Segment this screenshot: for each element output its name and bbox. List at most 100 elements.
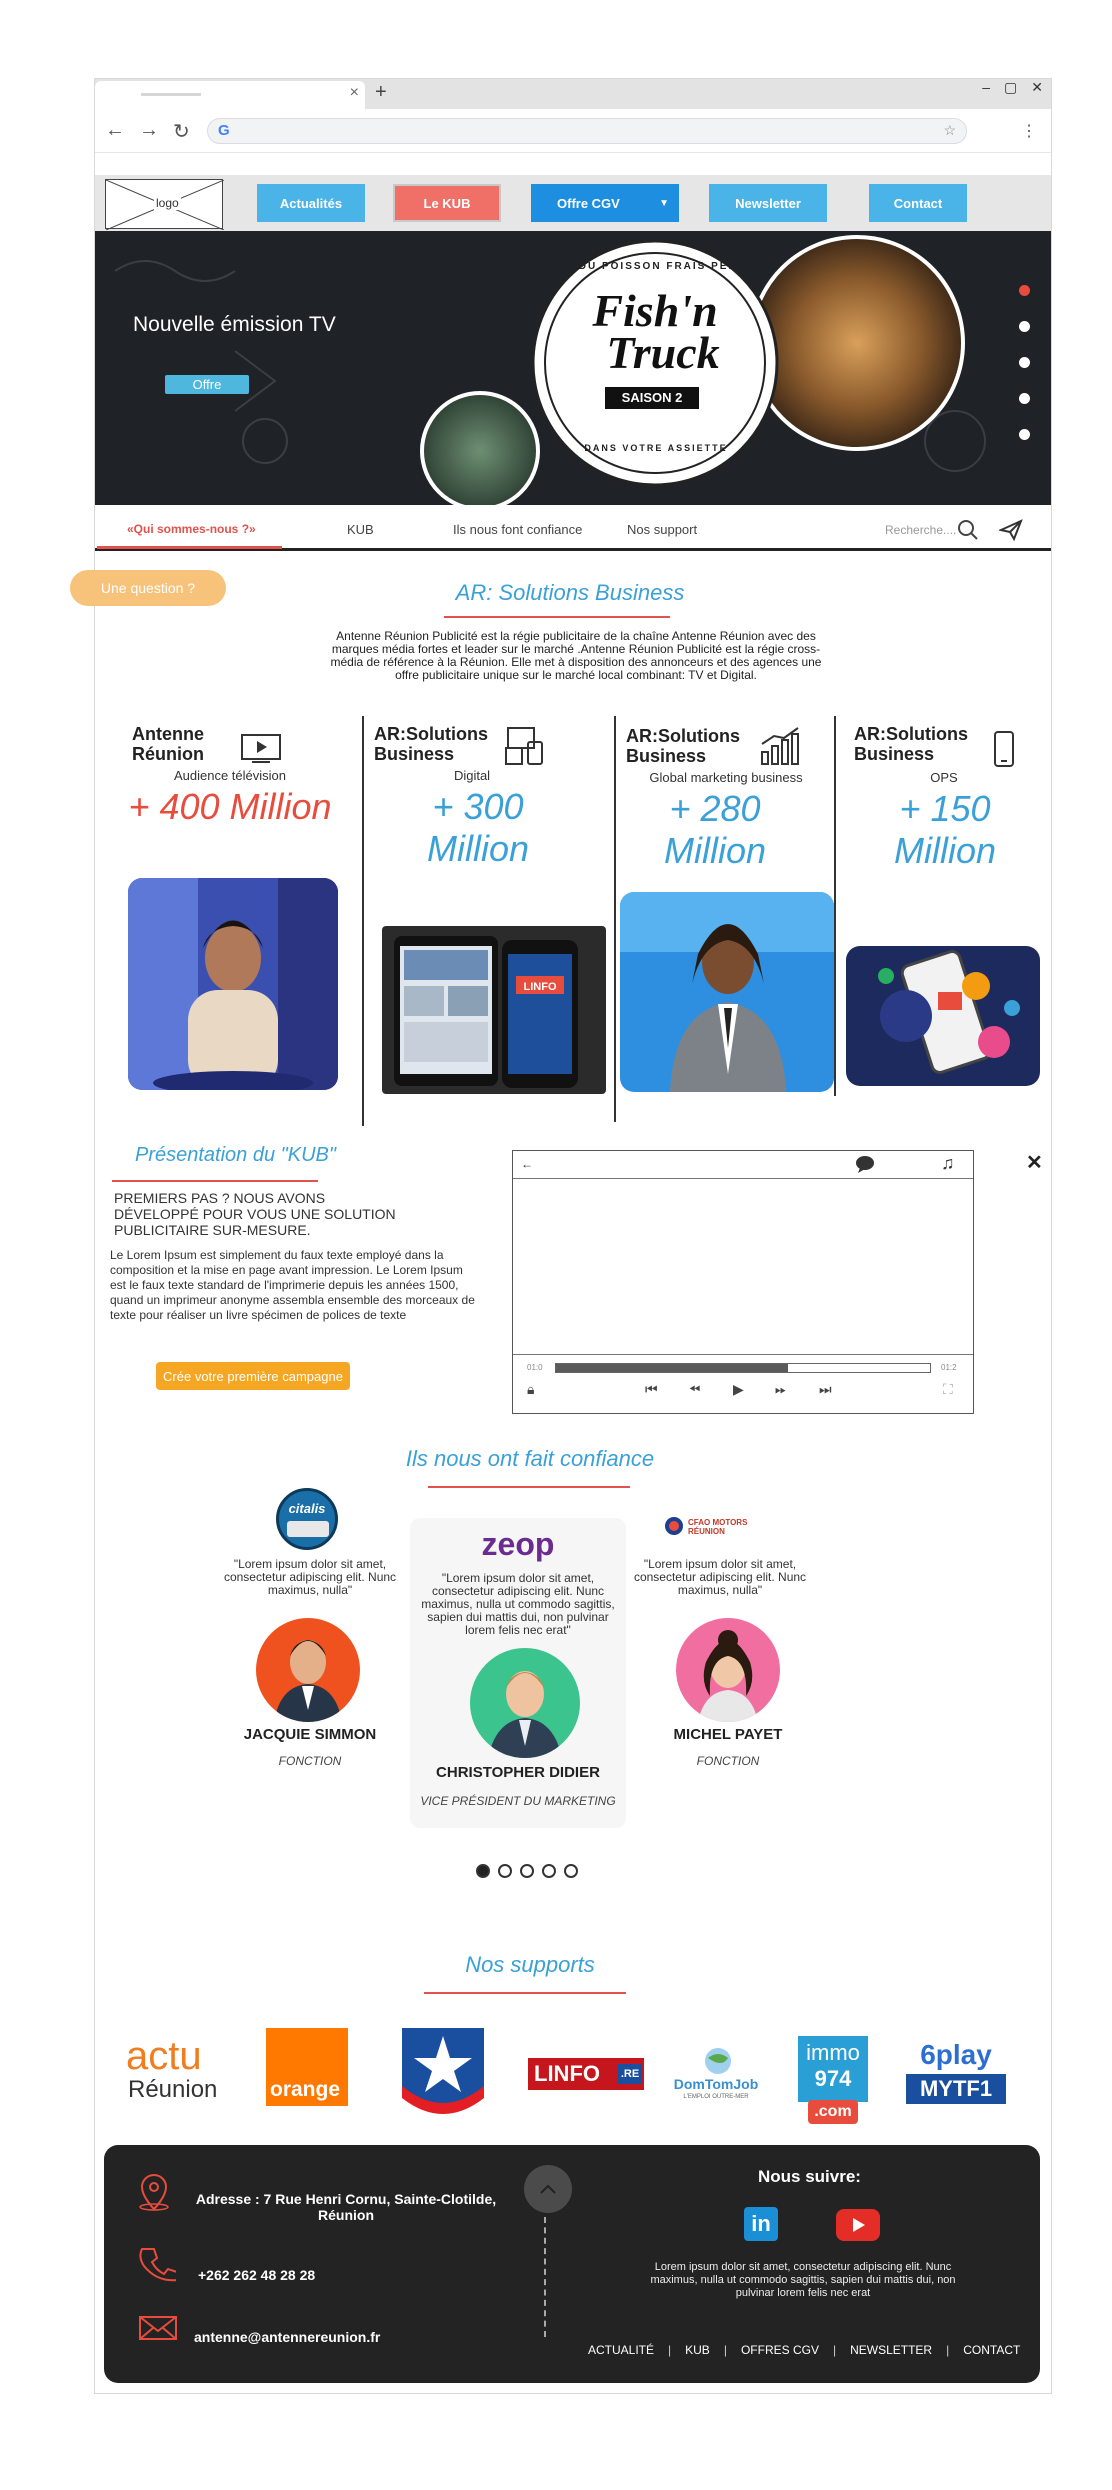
slider-dot-5[interactable] [1019,429,1030,440]
pagination-dot[interactable] [476,1864,490,1878]
nav-offre-cgv-label: Offre CGV [557,195,620,211]
linfo-re-text: .RE [618,2064,642,2084]
footer-link-newsletter[interactable]: NEWSLETTER [850,2343,932,2357]
zeop-logo: zeop [481,1526,555,1562]
browser-tab[interactable]: × [95,81,365,109]
address-bar[interactable]: G ☆ [207,118,967,144]
bookmark-star-icon[interactable]: ☆ [943,122,956,139]
nav-contact-label: Contact [893,195,943,211]
actu-logo-text: actu [126,2034,202,2078]
close-icon[interactable]: ✕ [1026,1150,1043,1175]
devices-icon [505,727,543,765]
separator: | [668,2343,672,2357]
player-topbar: ← ♫ [513,1151,973,1179]
testimonial-3-role: FONCTION [696,1754,760,1768]
avatar [676,1618,780,1722]
pagination-dot[interactable] [498,1864,512,1878]
nav-actualites-button[interactable]: Actualités [257,184,365,222]
slider-dot-4[interactable] [1019,393,1030,404]
hero-title: Nouvelle émission TV [133,313,336,336]
google-icon: G [218,122,230,139]
progress-bar[interactable] [555,1363,931,1373]
nav-offre-cgv-dropdown[interactable]: Offre CGV ▼ [531,184,679,222]
send-icon[interactable] [999,519,1023,541]
orange-logo[interactable]: orange [266,2028,348,2106]
immo974-logo[interactable]: immo 974 .com [798,2036,868,2126]
subnav-qui-sommes-nous[interactable]: «Qui sommes-nous ?» [127,522,256,536]
maximize-button[interactable]: ▢ [1004,79,1017,96]
footer-phone[interactable]: +262 262 48 28 28 [198,2267,315,2283]
slider-dot-2[interactable] [1019,321,1030,332]
slider-dot-3[interactable] [1019,357,1030,368]
nav-newsletter-label: Newsletter [735,195,801,211]
domtomjob-logo[interactable]: DomTomJob L'EMPLOI OUTRE-MER [664,2046,768,2106]
hero-offre-button[interactable]: Offre [165,375,249,394]
footer-link-kub[interactable]: KUB [685,2343,710,2357]
actu-reunion-logo[interactable]: actu Réunion [126,2034,226,2103]
site-logo[interactable]: logo [105,179,224,230]
nav-newsletter-button[interactable]: Newsletter [709,184,827,222]
search-input[interactable]: Recherche.... [885,523,956,537]
youtube-icon[interactable] [836,2209,880,2241]
testimonial-1-quote: "Lorem ipsum dolor sit amet, consectetur… [223,1557,397,1597]
footer-email[interactable]: antenne@antennereunion.fr [194,2329,380,2345]
nav-contact-button[interactable]: Contact [869,184,967,222]
supports-title-underline [424,1992,626,1994]
phone-icon [139,2248,176,2282]
follow-title: Nous suivre: [758,2167,861,2186]
forward-arrow-icon[interactable]: → [139,119,159,142]
progress-fill [556,1364,788,1372]
devices-photo: LINFO [382,926,606,1094]
active-underline [97,546,282,549]
music-note-icon[interactable]: ♫ [941,1153,955,1174]
subnav-kub[interactable]: KUB [347,522,374,537]
tab-close-icon[interactable]: × [350,84,359,102]
new-tab-button[interactable]: + [375,81,387,104]
subnav-ils-nous-font-confiance[interactable]: Ils nous font confiance [453,522,582,537]
6play-mytf1-logo[interactable]: 6play MYTF1 [904,2040,1008,2116]
scroll-to-top-button[interactable] [524,2165,572,2213]
kub-media-player: ← ♫ 01:0 01:2 🔒︎ ⏮︎ ⏪︎ ▶ ⏩︎ ⏭︎ ⛶ [512,1150,974,1414]
location-pin-icon [139,2173,169,2211]
antenne-reunion-logo[interactable] [396,2024,490,2118]
player-back-arrow-icon[interactable]: ← [521,1157,533,1171]
pagination-dot[interactable] [542,1864,556,1878]
subnav-nos-support[interactable]: Nos support [627,522,697,537]
presenter-photo [128,878,338,1090]
chat-bubble-icon[interactable] [855,1155,875,1173]
pagination-dot[interactable] [564,1864,578,1878]
cfao-motors-logo: CFAO MOTORS RÉUNION [664,1512,780,1542]
footer-link-actualite[interactable]: ACTUALITÉ [588,2343,654,2357]
minimize-button[interactable]: – [982,79,990,96]
linfo-logo[interactable]: LINFO .RE [528,2058,644,2090]
pagination-dot[interactable] [520,1864,534,1878]
domtomjob-logo-text: DomTomJob [673,2076,759,2092]
close-window-button[interactable]: ✕ [1031,79,1043,96]
skip-start-icon[interactable]: ⏮︎ [645,1381,658,1398]
intro-title-underline [444,616,670,618]
menu-kebab-icon[interactable]: ⋮ [1021,121,1037,141]
nav-kub-button[interactable]: Le KUB [393,184,501,222]
linkedin-icon[interactable]: in [744,2207,778,2241]
fast-forward-icon[interactable]: ⏩︎ [775,1381,786,1398]
back-arrow-icon[interactable]: ← [105,119,125,142]
testimonial-2-role: VICE PRÉSIDENT DU MARKETING [420,1794,616,1808]
footer-link-offres-cgv[interactable]: OFFRES CGV [741,2343,819,2357]
player-screen[interactable] [513,1179,973,1355]
stat-4-sub: OPS [930,770,958,785]
footer-link-contact[interactable]: CONTACT [963,2343,1020,2357]
skip-end-icon[interactable]: ⏭︎ [819,1381,832,1398]
fullscreen-icon[interactable]: ⛶ [943,1381,953,1398]
search-icon[interactable] [957,519,979,541]
slider-dot-1[interactable] [1019,285,1030,296]
play-icon[interactable]: ▶ [733,1381,744,1398]
reload-icon[interactable]: ↻ [173,119,190,144]
lock-icon[interactable]: 🔒︎ [527,1381,534,1398]
create-campaign-button[interactable]: Crée votre première campagne [156,1362,350,1390]
question-button[interactable]: Une question ? [70,570,226,606]
badge-top-text: DU POISSON FRAIS PÉI [578,261,734,272]
rewind-icon[interactable]: ⏪︎ [689,1381,700,1398]
avatar [470,1648,580,1758]
stat-1-name-line1: Antenne [132,724,204,744]
testimonial-3-name: MICHEL PAYET [673,1726,783,1743]
